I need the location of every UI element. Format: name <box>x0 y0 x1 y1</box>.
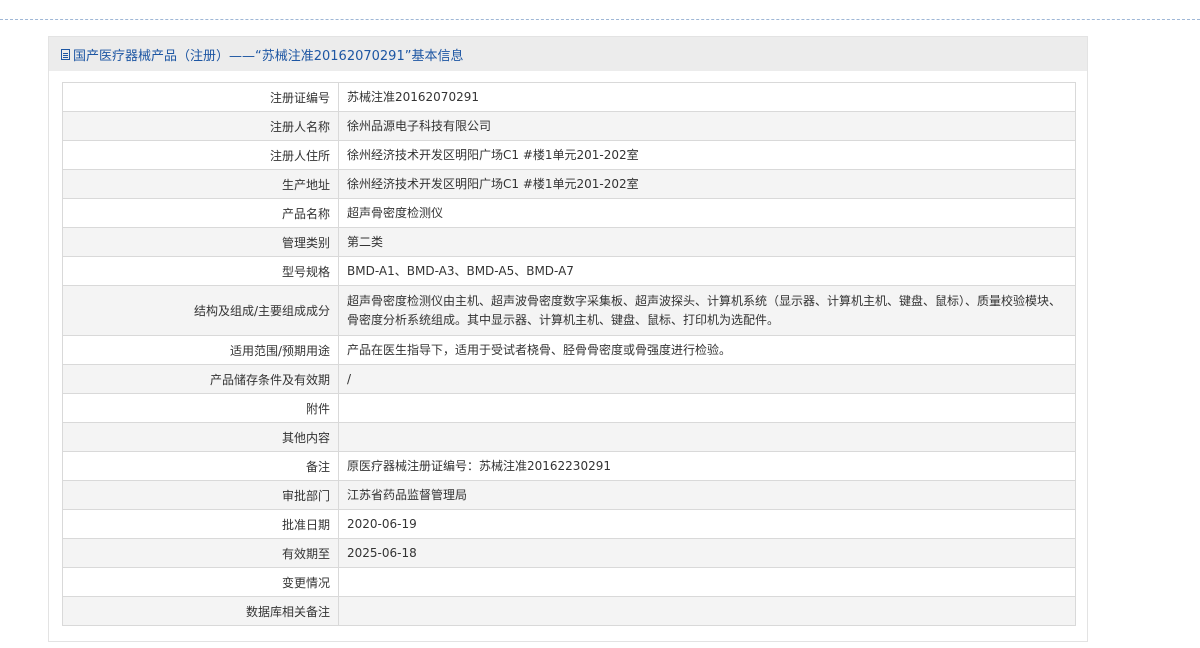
row-label: 备注 <box>62 451 339 481</box>
row-label: 注册人名称 <box>62 111 339 141</box>
row-label: 有效期至 <box>62 538 339 568</box>
row-value: 徐州经济技术开发区明阳广场C1 #楼1单元201-202室 <box>338 140 1076 170</box>
table-row: 有效期至 2025-06-18 <box>62 538 1076 568</box>
row-value: 江苏省药品监督管理局 <box>338 480 1076 510</box>
document-icon <box>61 48 70 60</box>
row-label: 结构及组成/主要组成成分 <box>62 285 339 336</box>
row-label: 适用范围/预期用途 <box>62 335 339 365</box>
table-row: 产品储存条件及有效期 / <box>62 364 1076 394</box>
table-row: 生产地址 徐州经济技术开发区明阳广场C1 #楼1单元201-202室 <box>62 169 1076 199</box>
row-label: 附件 <box>62 393 339 423</box>
row-value <box>338 422 1076 452</box>
table-row: 注册证编号 苏械注准20162070291 <box>62 82 1076 112</box>
table-row: 审批部门 江苏省药品监督管理局 <box>62 480 1076 510</box>
table-row: 产品名称 超声骨密度检测仪 <box>62 198 1076 228</box>
info-panel: 国产医疗器械产品（注册）——“苏械注准20162070291”基本信息 注册证编… <box>48 36 1088 642</box>
row-label: 其他内容 <box>62 422 339 452</box>
row-label: 批准日期 <box>62 509 339 539</box>
row-label: 型号规格 <box>62 256 339 286</box>
top-divider <box>0 19 1200 20</box>
row-label: 数据库相关备注 <box>62 596 339 626</box>
info-table: 注册证编号 苏械注准20162070291 注册人名称 徐州品源电子科技有限公司… <box>62 82 1076 626</box>
table-row: 批准日期 2020-06-19 <box>62 509 1076 539</box>
row-label: 产品名称 <box>62 198 339 228</box>
row-label: 注册人住所 <box>62 140 339 170</box>
table-row: 适用范围/预期用途 产品在医生指导下，适用于受试者桡骨、胫骨骨密度或骨强度进行检… <box>62 335 1076 365</box>
row-value: 第二类 <box>338 227 1076 257</box>
row-label: 变更情况 <box>62 567 339 597</box>
table-row: 数据库相关备注 <box>62 596 1076 626</box>
row-label: 注册证编号 <box>62 82 339 112</box>
table-row: 其他内容 <box>62 422 1076 452</box>
row-value: 徐州品源电子科技有限公司 <box>338 111 1076 141</box>
row-value: 2025-06-18 <box>338 538 1076 568</box>
row-value: 徐州经济技术开发区明阳广场C1 #楼1单元201-202室 <box>338 169 1076 199</box>
row-value: 原医疗器械注册证编号：苏械注准20162230291 <box>338 451 1076 481</box>
table-row: 型号规格 BMD-A1、BMD-A3、BMD-A5、BMD-A7 <box>62 256 1076 286</box>
row-value: BMD-A1、BMD-A3、BMD-A5、BMD-A7 <box>338 256 1076 286</box>
table-row: 备注 原医疗器械注册证编号：苏械注准20162230291 <box>62 451 1076 481</box>
table-row: 注册人住所 徐州经济技术开发区明阳广场C1 #楼1单元201-202室 <box>62 140 1076 170</box>
row-value: 苏械注准20162070291 <box>338 82 1076 112</box>
table-row: 变更情况 <box>62 567 1076 597</box>
row-value: 超声骨密度检测仪 <box>338 198 1076 228</box>
row-value: 2020-06-19 <box>338 509 1076 539</box>
row-value: 产品在医生指导下，适用于受试者桡骨、胫骨骨密度或骨强度进行检验。 <box>338 335 1076 365</box>
row-value <box>338 596 1076 626</box>
row-value: / <box>338 364 1076 394</box>
row-label: 管理类别 <box>62 227 339 257</box>
table-row: 附件 <box>62 393 1076 423</box>
row-label: 审批部门 <box>62 480 339 510</box>
table-row: 管理类别 第二类 <box>62 227 1076 257</box>
table-row: 结构及组成/主要组成成分 超声骨密度检测仪由主机、超声波骨密度数字采集板、超声波… <box>62 285 1076 336</box>
table-row: 注册人名称 徐州品源电子科技有限公司 <box>62 111 1076 141</box>
panel-title: 国产医疗器械产品（注册）——“苏械注准20162070291”基本信息 <box>73 48 464 64</box>
row-label: 产品储存条件及有效期 <box>62 364 339 394</box>
row-value <box>338 393 1076 423</box>
row-label: 生产地址 <box>62 169 339 199</box>
panel-header: 国产医疗器械产品（注册）——“苏械注准20162070291”基本信息 <box>49 37 1087 71</box>
row-value: 超声骨密度检测仪由主机、超声波骨密度数字采集板、超声波探头、计算机系统（显示器、… <box>338 285 1076 336</box>
row-value <box>338 567 1076 597</box>
